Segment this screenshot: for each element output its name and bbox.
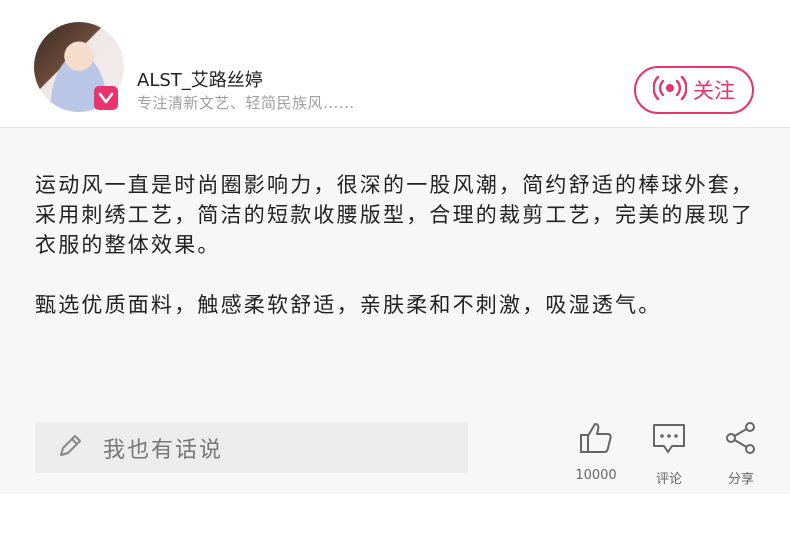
post-paragraph: 运动风一直是时尚圈影响力，很深的一股风潮，简约舒适的棒球外套，采用刺绣工艺，简洁… <box>35 173 755 257</box>
comment-label: 评论 <box>655 472 682 487</box>
verified-v-icon <box>94 86 118 110</box>
pencil-icon <box>55 431 85 465</box>
like-count: 10000 <box>575 468 617 483</box>
like-button[interactable]: 10000 <box>566 420 626 484</box>
author-bio: 专注清新文艺、轻简民族风...... <box>137 94 355 112</box>
thumbs-up-icon <box>578 420 614 460</box>
share-icon <box>723 420 759 460</box>
comment-input[interactable]: 我也有话说 <box>35 422 468 473</box>
share-button[interactable]: 分享 <box>711 420 771 487</box>
broadcast-icon <box>652 75 688 106</box>
author-header: ALST_艾路丝婷 专注清新文艺、轻简民族风...... 关注 <box>0 0 790 128</box>
author-name[interactable]: ALST_艾路丝婷 <box>137 66 263 92</box>
post-content: 运动风一直是时尚圈影响力，很深的一股风潮，简约舒适的棒球外套，采用刺绣工艺，简洁… <box>35 170 757 350</box>
comment-placeholder: 我也有话说 <box>103 437 224 463</box>
post-paragraph: 甄选优质面料，触感柔软舒适，亲肤柔和不刺激，吸湿透气。 <box>35 293 662 317</box>
comment-button[interactable]: 评论 <box>639 420 699 487</box>
follow-label: 关注 <box>693 79 735 103</box>
post-card: ALST_艾路丝婷 专注清新文艺、轻简民族风...... 关注 运动风一直是时尚… <box>0 0 790 494</box>
follow-button[interactable]: 关注 <box>634 66 754 114</box>
comment-icon <box>651 420 687 460</box>
share-label: 分享 <box>727 472 754 487</box>
